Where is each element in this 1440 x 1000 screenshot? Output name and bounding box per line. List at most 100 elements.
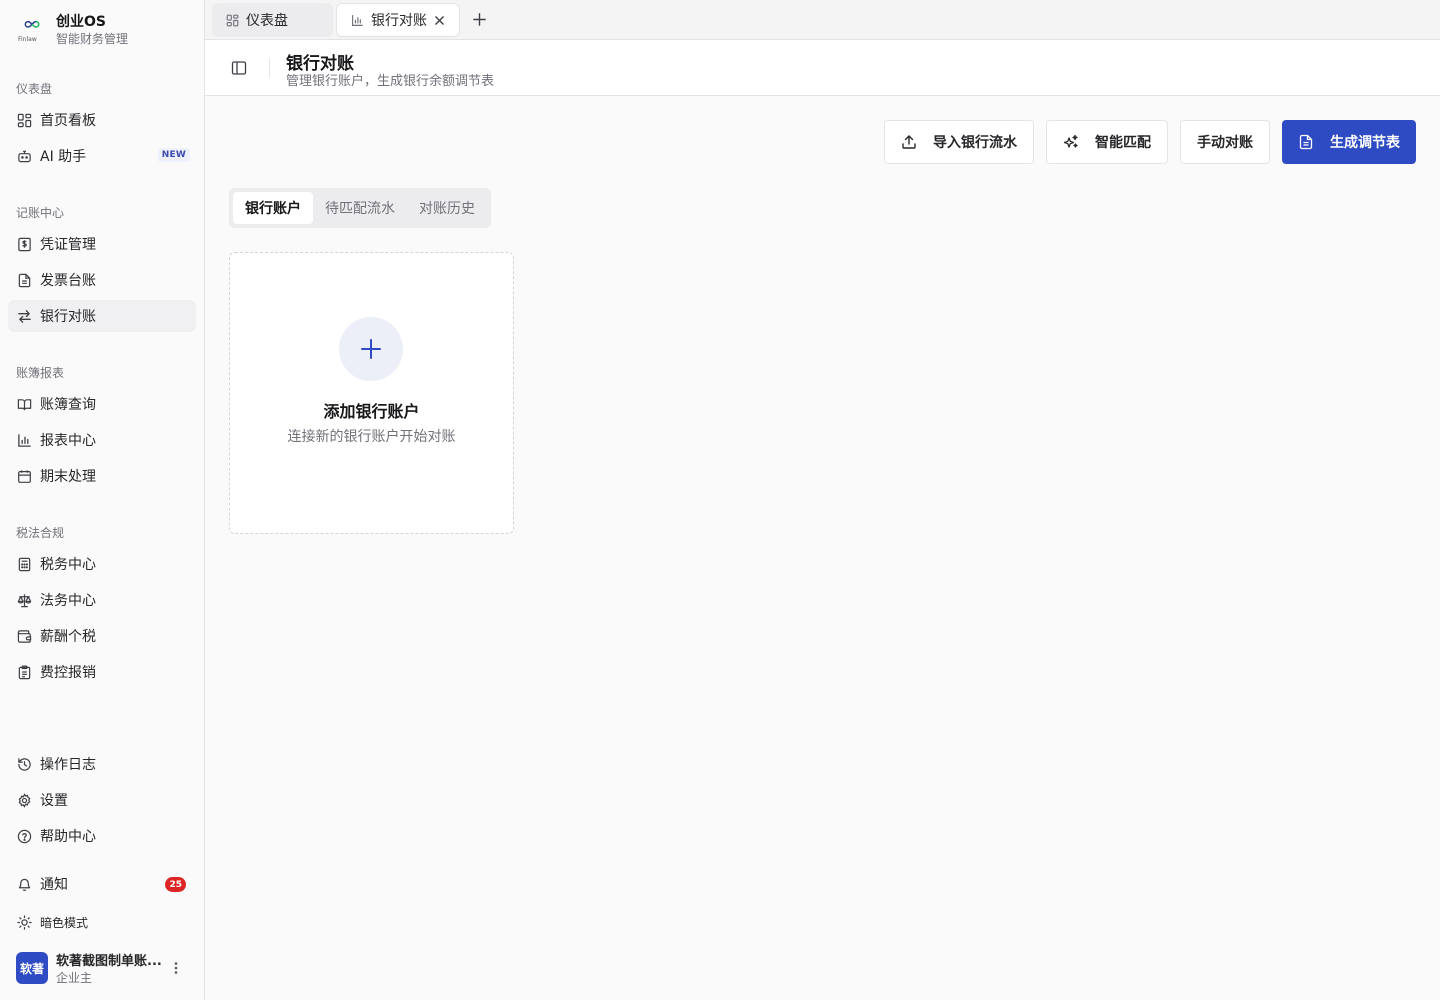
- plus-icon: [359, 337, 383, 361]
- tab-label: 银行对账: [371, 13, 427, 29]
- sidebar-item-label: 账簿查询: [40, 397, 96, 413]
- sidebar-item-period-end[interactable]: 期末处理: [8, 460, 196, 492]
- page-description: 管理银行账户，生成银行余额调节表: [286, 74, 495, 89]
- bar-chart-icon: [17, 433, 32, 448]
- sidebar-item-label: 通知: [40, 877, 68, 893]
- sidebar-item-bank-reconciliation[interactable]: 银行对账: [8, 300, 196, 332]
- sidebar-item-home-board[interactable]: 首页看板: [8, 104, 196, 136]
- receipt-icon: [17, 237, 32, 252]
- sidebar-item-invoices[interactable]: 发票台账: [8, 264, 196, 296]
- avatar: 软著: [16, 952, 48, 984]
- sidebar-item-label: 首页看板: [40, 113, 96, 129]
- brand-name: 创业OS: [56, 14, 106, 30]
- generate-reconciliation-label: 生成调节表: [1330, 135, 1400, 151]
- sparkles-icon: [1063, 134, 1079, 150]
- sidebar-item-reports[interactable]: 报表中心: [8, 424, 196, 456]
- sidebar-item-vouchers[interactable]: 凭证管理: [8, 228, 196, 260]
- sun-icon: [17, 914, 32, 930]
- sidebar-item-label: 发票台账: [40, 273, 96, 289]
- add-bank-account-card[interactable]: 添加银行账户 连接新的银行账户开始对账: [229, 252, 514, 534]
- infinity-logo-icon: [24, 20, 40, 28]
- new-badge: NEW: [157, 148, 190, 162]
- sidebar: Finlaw 创业OS 智能财务管理 仪表盘 首页看板 AI 助手 NEW 记账…: [0, 0, 205, 1000]
- dark-mode-label: 暗色模式: [40, 915, 89, 930]
- tab-reconciliation-history[interactable]: 对账历史: [407, 192, 487, 224]
- sidebar-item-operation-log[interactable]: 操作日志: [8, 748, 196, 780]
- sidebar-item-ai-assistant[interactable]: AI 助手 NEW: [8, 140, 196, 172]
- tab-dashboard[interactable]: 仪表盘: [212, 3, 333, 37]
- sidebar-item-label: 银行对账: [40, 309, 96, 325]
- more-vertical-icon[interactable]: [168, 960, 184, 976]
- smart-match-button[interactable]: 智能匹配: [1046, 120, 1168, 164]
- layout-grid-icon: [17, 113, 32, 128]
- logo-caption: Finlaw: [18, 35, 37, 43]
- sidebar-item-settings[interactable]: 设置: [8, 784, 196, 816]
- close-icon[interactable]: [434, 15, 445, 26]
- group-label-bookkeeping: 记账中心: [16, 206, 65, 220]
- tab-bank-reconciliation[interactable]: 银行对账: [336, 3, 460, 37]
- upload-icon: [901, 134, 917, 150]
- group-label-ledgers: 账簿报表: [16, 366, 65, 380]
- smart-match-label: 智能匹配: [1095, 135, 1151, 151]
- manual-reconcile-label: 手动对账: [1197, 135, 1253, 151]
- add-circle: [339, 317, 403, 381]
- sidebar-item-expense-control[interactable]: 费控报销: [8, 656, 196, 688]
- generate-reconciliation-button[interactable]: 生成调节表: [1282, 120, 1416, 164]
- clipboard-icon: [17, 665, 32, 680]
- book-open-icon: [17, 397, 32, 412]
- file-text-icon: [17, 273, 32, 288]
- import-bank-statement-label: 导入银行流水: [933, 135, 1017, 151]
- group-label-tax-compliance: 税法合规: [16, 526, 65, 540]
- sidebar-item-label: 报表中心: [40, 433, 96, 449]
- brand-subtitle: 智能财务管理: [56, 32, 129, 46]
- tab-label: 仪表盘: [246, 13, 288, 29]
- sidebar-item-label: 帮助中心: [40, 829, 96, 845]
- add-tab-icon[interactable]: [472, 12, 487, 27]
- calculator-icon: [17, 557, 32, 572]
- notification-count-badge: 25: [165, 877, 186, 892]
- user-name: 软著截图制单账...: [56, 954, 162, 969]
- view-tabs: 银行账户 待匹配流水 对账历史: [229, 188, 491, 228]
- wallet-icon: [17, 629, 32, 644]
- sidebar-item-tax-center[interactable]: 税务中心: [8, 548, 196, 580]
- sidebar-item-label: 税务中心: [40, 557, 96, 573]
- sidebar-item-help-center[interactable]: 帮助中心: [8, 820, 196, 852]
- panel-left-icon[interactable]: [231, 60, 247, 76]
- sidebar-item-payroll-tax[interactable]: 薪酬个税: [8, 620, 196, 652]
- file-text-icon: [1298, 134, 1314, 150]
- group-label-dashboard: 仪表盘: [16, 82, 53, 96]
- add-bank-account-title: 添加银行账户: [323, 402, 420, 421]
- sidebar-item-label: 凭证管理: [40, 237, 96, 253]
- gear-icon: [17, 792, 32, 808]
- brand-logo: Finlaw: [18, 19, 44, 43]
- sidebar-item-label: 薪酬个税: [40, 629, 96, 645]
- sidebar-item-label: 费控报销: [40, 665, 96, 681]
- bar-chart-icon: [351, 14, 364, 27]
- calendar-icon: [17, 469, 32, 484]
- sidebar-item-label: 设置: [40, 793, 68, 809]
- sidebar-item-label: AI 助手: [40, 149, 87, 165]
- tab-pending-transactions[interactable]: 待匹配流水: [315, 192, 405, 224]
- history-icon: [17, 757, 32, 772]
- manual-reconcile-button[interactable]: 手动对账: [1180, 120, 1270, 164]
- help-circle-icon: [17, 829, 32, 844]
- tab-bank-accounts[interactable]: 银行账户: [233, 192, 313, 224]
- layout-grid-icon: [226, 14, 239, 27]
- sidebar-item-legal-center[interactable]: 法务中心: [8, 584, 196, 616]
- brand[interactable]: Finlaw 创业OS 智能财务管理: [18, 14, 129, 47]
- arrows-swap-icon: [17, 309, 32, 324]
- page-header: 银行对账 管理银行账户，生成银行余额调节表: [205, 40, 1440, 96]
- scale-icon: [17, 593, 32, 608]
- divider: [269, 59, 270, 77]
- bell-icon: [17, 877, 32, 892]
- tab-bar: 仪表盘 银行对账: [205, 0, 1440, 40]
- sidebar-item-label: 期末处理: [40, 469, 96, 485]
- sidebar-item-label: 法务中心: [40, 593, 96, 609]
- sidebar-item-ledger-query[interactable]: 账簿查询: [8, 388, 196, 420]
- sidebar-item-label: 操作日志: [40, 757, 96, 773]
- user-profile[interactable]: 软著 软著截图制单账... 企业主: [16, 951, 192, 985]
- dark-mode-toggle[interactable]: 暗色模式: [8, 906, 196, 938]
- sidebar-item-notifications[interactable]: 通知 25: [8, 868, 196, 900]
- import-bank-statement-button[interactable]: 导入银行流水: [884, 120, 1034, 164]
- bot-icon: [17, 149, 32, 164]
